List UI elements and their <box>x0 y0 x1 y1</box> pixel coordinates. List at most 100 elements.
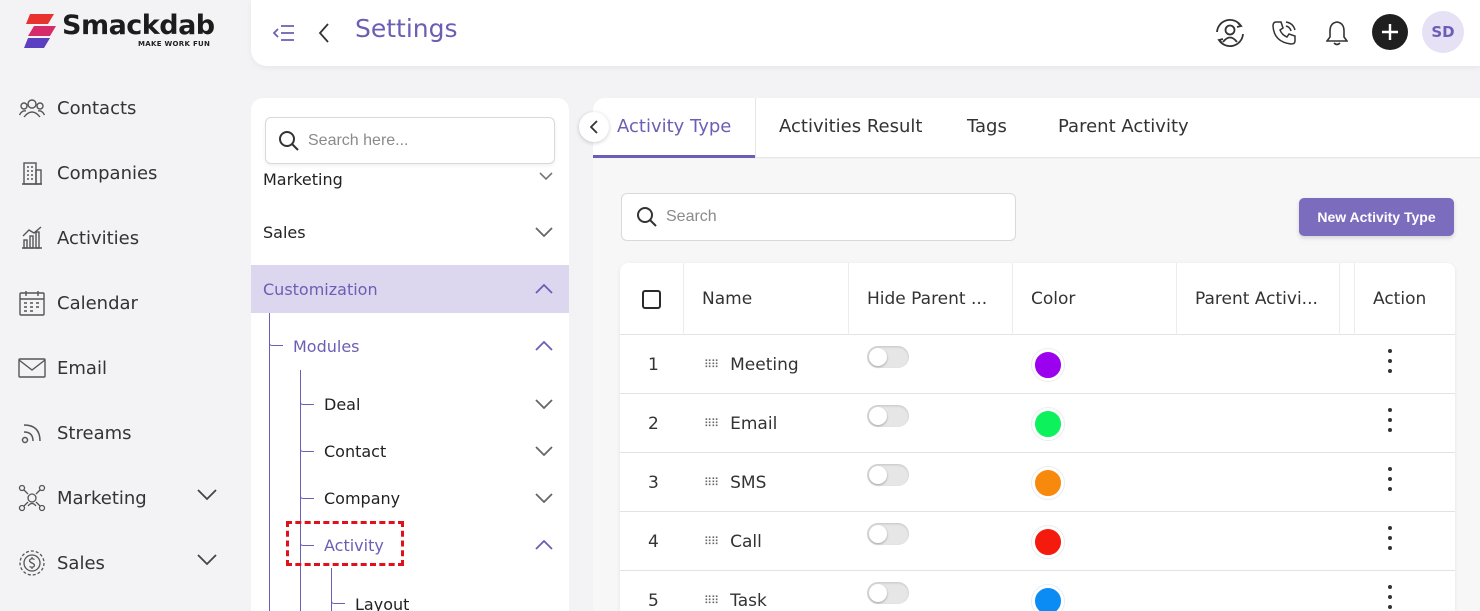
row-index: 2 <box>648 413 659 434</box>
hide-parent-cell <box>867 394 909 453</box>
plus-icon <box>1382 24 1398 40</box>
more-options-icon[interactable] <box>1380 348 1400 373</box>
hide-parent-toggle[interactable] <box>867 581 909 604</box>
nav-label: Email <box>57 357 107 379</box>
nav-label: Companies <box>57 162 158 184</box>
hide-parent-toggle[interactable] <box>867 522 909 545</box>
drag-handle-icon[interactable]: ⠿⠿ <box>704 476 719 489</box>
nav-label: Sales <box>57 552 105 574</box>
column-header-color[interactable]: Color <box>1031 263 1075 335</box>
drag-handle-icon[interactable]: ⠿⠿ <box>704 358 719 371</box>
tree-item-label: Company <box>324 488 401 508</box>
menu-collapse-icon[interactable] <box>265 14 303 52</box>
activity-name: Task <box>730 590 767 611</box>
more-options-icon[interactable] <box>1380 584 1400 609</box>
collapse-panel-button[interactable] <box>579 112 609 142</box>
tab-parent-activity[interactable]: Parent Activity <box>1058 116 1189 137</box>
settings-tabs: Activity Type Activities Result Tags Par… <box>579 98 1480 158</box>
action-cell <box>1380 512 1400 571</box>
tree-search-input[interactable] <box>308 131 538 150</box>
brand-name: Smackdab <box>62 10 215 41</box>
activity-type-table: Name Hide Parent ... Color Parent Activi… <box>620 263 1455 611</box>
tree-item-deal[interactable]: Deal <box>251 384 569 424</box>
tree-item-label: Sales <box>263 222 306 242</box>
table-row[interactable]: 4 ⠿⠿ Call <box>620 512 1455 571</box>
chevron-down-icon <box>535 493 553 503</box>
tree-item-sales[interactable]: Sales <box>251 208 569 256</box>
more-options-icon[interactable] <box>1380 466 1400 491</box>
new-activity-type-button[interactable]: New Activity Type <box>1299 198 1454 236</box>
user-sync-icon[interactable] <box>1211 14 1249 52</box>
row-name-cell: ⠿⠿ SMS <box>704 453 766 512</box>
tree-item-label: Contact <box>324 441 387 461</box>
top-header: Settings SD <box>251 0 1480 66</box>
back-arrow-icon[interactable] <box>305 14 343 52</box>
drag-handle-icon[interactable]: ⠿⠿ <box>704 417 719 430</box>
more-options-icon[interactable] <box>1380 407 1400 432</box>
table-row[interactable]: 3 ⠿⠿ SMS <box>620 453 1455 512</box>
select-all-cell <box>642 263 661 335</box>
user-avatar[interactable]: SD <box>1422 11 1464 53</box>
phone-call-icon[interactable] <box>1265 14 1303 52</box>
more-options-icon[interactable] <box>1380 525 1400 550</box>
nav-item-sales[interactable]: Sales <box>18 543 243 583</box>
row-index: 4 <box>648 531 659 552</box>
table-row[interactable]: 5 ⠿⠿ Task <box>620 571 1455 611</box>
drag-handle-icon[interactable]: ⠿⠿ <box>704 535 719 548</box>
color-swatch[interactable] <box>1032 407 1064 440</box>
tree-item-layout[interactable]: Layout <box>251 586 569 611</box>
color-cell <box>1032 453 1064 512</box>
row-index: 1 <box>648 354 659 375</box>
color-cell <box>1032 571 1064 611</box>
tree-search-box[interactable] <box>265 117 555 164</box>
brand-logo[interactable]: Smackdab MAKE WORK FUN <box>24 10 224 50</box>
nav-item-email[interactable]: Email <box>18 348 243 388</box>
add-new-button[interactable] <box>1372 14 1408 50</box>
chevron-down-icon <box>197 554 217 566</box>
nav-item-activities[interactable]: Activities <box>18 218 243 258</box>
table-header: Name Hide Parent ... Color Parent Activi… <box>620 263 1455 335</box>
drag-handle-icon[interactable]: ⠿⠿ <box>704 594 719 607</box>
tab-activities-result[interactable]: Activities Result <box>779 116 922 137</box>
nav-item-streams[interactable]: Streams <box>18 413 243 453</box>
color-cell <box>1032 394 1064 453</box>
hide-parent-toggle[interactable] <box>867 345 909 368</box>
tab-activity-type[interactable]: Activity Type <box>617 116 731 137</box>
notification-bell-icon[interactable] <box>1318 14 1356 52</box>
select-all-checkbox[interactable] <box>642 289 661 309</box>
row-index: 5 <box>648 590 659 611</box>
active-tab-indicator <box>593 155 755 158</box>
color-swatch[interactable] <box>1032 584 1064 611</box>
nav-item-contacts[interactable]: Contacts <box>18 88 243 128</box>
color-swatch[interactable] <box>1032 525 1064 558</box>
chevron-up-icon <box>535 540 553 550</box>
hide-parent-toggle[interactable] <box>867 404 909 427</box>
table-row[interactable]: 1 ⠿⠿ Meeting <box>620 335 1455 394</box>
nav-item-marketing[interactable]: Marketing <box>18 478 243 518</box>
activities-icon <box>18 224 46 252</box>
color-swatch[interactable] <box>1032 466 1064 499</box>
tree-item-marketing[interactable]: Marketing <box>251 170 569 194</box>
tree-item-customization[interactable]: Customization <box>251 265 569 313</box>
column-header-parent-activity[interactable]: Parent Activi... <box>1195 263 1318 335</box>
color-swatch[interactable] <box>1032 348 1064 381</box>
tree-item-contact[interactable]: Contact <box>251 431 569 471</box>
nav-item-calendar[interactable]: Calendar <box>18 283 243 323</box>
column-header-hide-parent[interactable]: Hide Parent ... <box>867 263 987 335</box>
nav-item-companies[interactable]: Companies <box>18 153 243 193</box>
brand-tagline: MAKE WORK FUN <box>138 40 211 48</box>
hide-parent-cell <box>867 335 909 394</box>
action-cell <box>1380 394 1400 453</box>
hide-parent-cell <box>867 512 909 571</box>
tree-item-company[interactable]: Company <box>251 478 569 518</box>
companies-icon <box>18 159 46 187</box>
activity-search-box[interactable] <box>621 193 1016 241</box>
tab-tags[interactable]: Tags <box>967 116 1007 137</box>
table-row[interactable]: 2 ⠿⠿ Email <box>620 394 1455 453</box>
nav-label: Contacts <box>57 97 137 119</box>
activity-search-input[interactable] <box>666 208 996 226</box>
hide-parent-toggle[interactable] <box>867 463 909 486</box>
sales-icon <box>18 549 46 577</box>
tree-item-modules[interactable]: Modules <box>251 324 569 368</box>
column-header-name[interactable]: Name <box>702 263 752 335</box>
